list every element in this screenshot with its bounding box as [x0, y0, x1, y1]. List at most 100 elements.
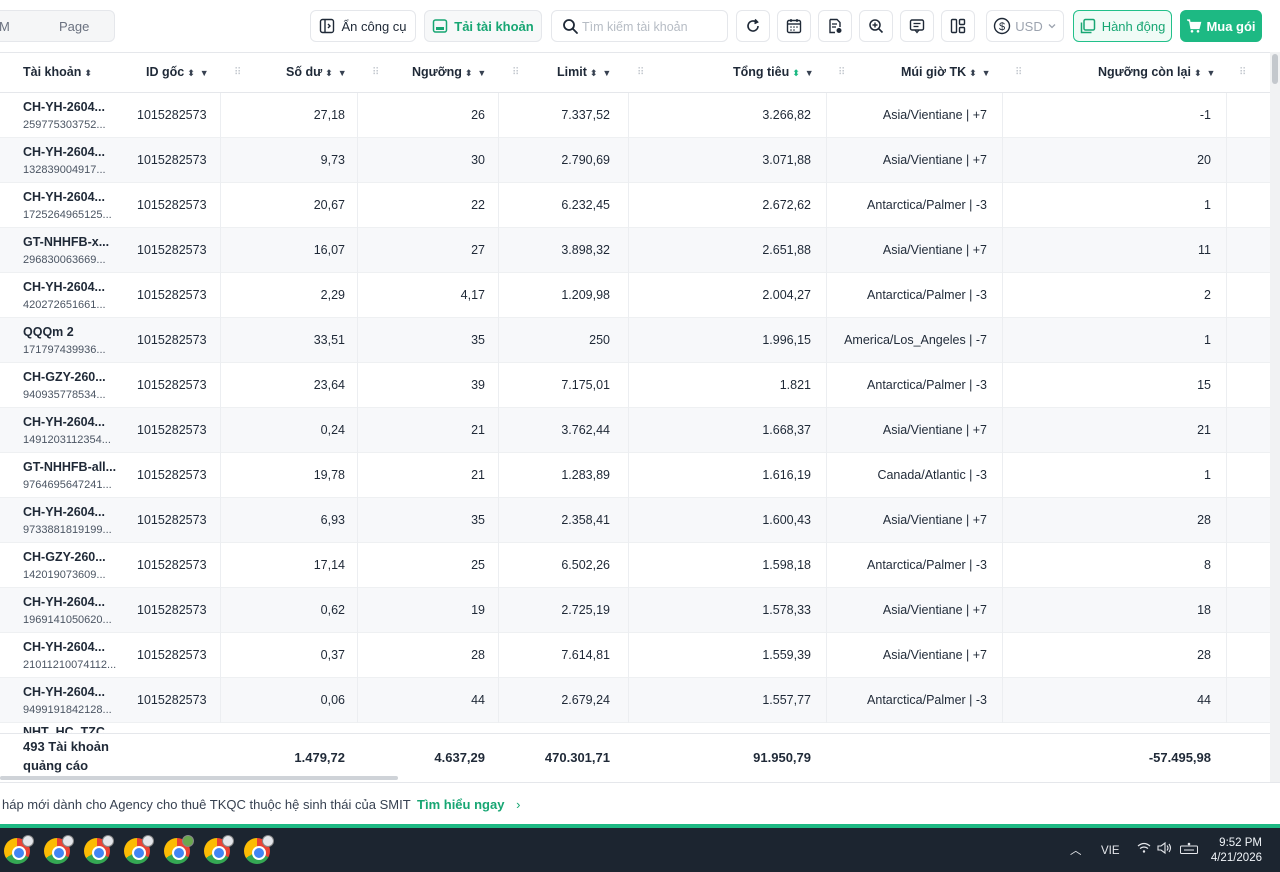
table-header: Tài khoản ⬍ ID gốc ⬍ ▼ ⠿ Số dư ⬍ ▼ ⠿ Ngưỡng ⬍ ▼… [0, 53, 1270, 93]
table-row[interactable]: GT-NHHFB-all... 9764695647241... 101528257… [0, 453, 1270, 498]
tray-expand-icon[interactable]: ︿ [1070, 842, 1082, 858]
table-row[interactable]: CH-YH-2604... 132839004917... 1015282573 9,… [0, 138, 1270, 183]
filter-settings-button[interactable] [818, 10, 852, 42]
vertical-scrollbar[interactable] [1270, 52, 1280, 782]
system-clock[interactable]: 9:52 PM 4/21/2026 [1211, 836, 1262, 866]
currency-select[interactable]: $ USD [986, 10, 1064, 42]
col-header-threshold[interactable]: Ngưỡng ⬍ ▼ [412, 65, 486, 79]
col-header-balance[interactable]: Số dư ⬍ ▼ [286, 65, 347, 79]
ad-account-button[interactable]: Tải tài khoản [424, 10, 542, 42]
chevron-right-icon[interactable]: › [516, 797, 520, 812]
table-row[interactable]: CH-YH-2604... 259775303752... 1015282573 27… [0, 93, 1270, 138]
table-row[interactable]: CH-YH-2604... 1725264965125... 1015282573 2… [0, 183, 1270, 228]
table-row[interactable]: CH-GZY-260... 142019073609... 1015282573 17… [0, 543, 1270, 588]
filter-caret-icon[interactable]: ▼ [477, 68, 486, 78]
account-name[interactable]: CH-YH-2604... [23, 190, 105, 204]
account-name[interactable]: CH-YH-2604... [23, 685, 105, 699]
balance-cell: 16,07 [313, 243, 345, 257]
table-row[interactable]: QQQm 2 171797439936... 1015282573 33,51 35 25… [0, 318, 1270, 363]
column-divider [1002, 363, 1003, 408]
message-button[interactable] [900, 10, 934, 42]
col-header-timezone[interactable]: Múi giờ TK ⬍ ▼ [901, 65, 991, 79]
horizontal-scrollbar[interactable] [0, 776, 398, 780]
scrollbar-thumb[interactable] [1272, 54, 1278, 84]
sort-icon[interactable]: ⬍ [590, 68, 598, 78]
zoom-button[interactable] [859, 10, 893, 42]
refresh-button[interactable] [736, 10, 770, 42]
chrome-icon[interactable] [4, 835, 34, 864]
filter-caret-icon[interactable]: ▼ [338, 68, 347, 78]
account-name[interactable]: CH-YH-2604... [23, 505, 105, 519]
chrome-icon[interactable] [204, 835, 234, 864]
actions-button[interactable]: Hành động [1073, 10, 1172, 42]
filter-caret-icon[interactable]: ▼ [200, 68, 209, 78]
page-selector[interactable]: M Page [0, 10, 115, 42]
table-row[interactable]: CH-YH-2604... 9499191842128... 1015282573 0… [0, 678, 1270, 723]
threshold-cell: 44 [471, 693, 485, 707]
column-drag-handle-icon[interactable]: ⠿ [372, 67, 380, 79]
column-drag-handle-icon[interactable]: ⠿ [234, 67, 242, 79]
account-name[interactable]: CH-YH-2604... [23, 280, 105, 294]
layout-button[interactable] [941, 10, 975, 42]
sort-icon[interactable]: ⬍ [1194, 68, 1202, 78]
keyboard-ime-icon[interactable] [1180, 842, 1198, 857]
col-header-limit[interactable]: Limit ⬍ ▼ [557, 65, 611, 79]
account-name[interactable]: CH-GZY-260... [23, 550, 106, 564]
filter-caret-icon[interactable]: ▼ [602, 68, 611, 78]
sort-icon[interactable]: ⬍ [969, 68, 977, 78]
chrome-icon[interactable] [44, 835, 74, 864]
learn-more-link[interactable]: Tìm hiểu ngay [417, 797, 504, 812]
col-header-account[interactable]: Tài khoản ⬍ [23, 65, 92, 79]
sort-icon[interactable]: ⬍ [465, 68, 473, 78]
sort-active-icon[interactable]: ⬍ [792, 68, 800, 78]
column-drag-handle-icon[interactable]: ⠿ [637, 67, 645, 79]
sort-icon[interactable]: ⬍ [187, 68, 195, 78]
account-name[interactable]: CH-YH-2604... [23, 145, 105, 159]
col-header-remaining[interactable]: Ngưỡng còn lại ⬍ ▼ [1098, 65, 1215, 79]
search-box[interactable] [551, 10, 728, 42]
language-indicator[interactable]: VIE [1101, 845, 1120, 857]
table-row[interactable]: CH-YH-2604... 420272651661... 1015282573 2,… [0, 273, 1270, 318]
filter-caret-icon[interactable]: ▼ [805, 68, 814, 78]
account-name[interactable]: CH-GZY-260... [23, 370, 106, 384]
chrome-icon[interactable] [124, 835, 154, 864]
chrome-icon[interactable] [244, 835, 274, 864]
buy-package-button[interactable]: Mua gói [1180, 10, 1262, 42]
column-drag-handle-icon[interactable]: ⠿ [1015, 67, 1023, 79]
filter-caret-icon[interactable]: ▼ [1207, 68, 1216, 78]
account-name[interactable]: GT-NHHFB-all... [23, 460, 116, 474]
search-input[interactable] [582, 18, 722, 36]
volume-icon[interactable] [1157, 841, 1173, 858]
chrome-icon[interactable] [84, 835, 114, 864]
col-header-total-spend[interactable]: Tổng tiêu ⬍ ▼ [733, 65, 814, 79]
column-drag-handle-icon[interactable]: ⠿ [1239, 67, 1247, 79]
sort-icon[interactable]: ⬍ [325, 68, 333, 78]
account-name[interactable]: GT-NHHFB-x... [23, 235, 109, 249]
column-divider [628, 498, 629, 543]
wifi-icon[interactable] [1137, 842, 1151, 857]
table-row[interactable]: CH-YH-2604... 1969141050620... 1015282573 0… [0, 588, 1270, 633]
limit-cell: 7.614,81 [561, 648, 610, 662]
filter-caret-icon[interactable]: ▼ [982, 68, 991, 78]
account-name[interactable]: CH-YH-2604... [23, 415, 105, 429]
table-row[interactable]: GT-NHHFB-x... 296830063669... 1015282573 16… [0, 228, 1270, 273]
total-balance: 1.479,72 [294, 750, 345, 765]
account-name[interactable]: CH-YH-2604... [23, 595, 105, 609]
column-drag-handle-icon[interactable]: ⠿ [512, 67, 520, 79]
remaining-cell: 28 [1197, 513, 1211, 527]
calendar-button[interactable] [777, 10, 811, 42]
account-name[interactable]: QQQm 2 [23, 325, 74, 339]
table-row[interactable]: CH-GZY-260... 940935778534... 1015282573 23… [0, 363, 1270, 408]
table-row[interactable]: CH-YH-2604... 9733881819199... 1015282573 6… [0, 498, 1270, 543]
remaining-cell: 2 [1204, 288, 1211, 302]
column-drag-handle-icon[interactable]: ⠿ [838, 67, 846, 79]
table-row[interactable]: CH-YH-2604... 21011210074112... 1015282573… [0, 633, 1270, 678]
account-name[interactable]: CH-YH-2604... [23, 100, 105, 114]
account-name[interactable]: CH-YH-2604... [23, 640, 105, 654]
sort-icon[interactable]: ⬍ [84, 68, 92, 78]
table-row[interactable]: CH-YH-2604... 1491203112354... 1015282573 0… [0, 408, 1270, 453]
chrome-icon[interactable] [164, 835, 194, 864]
hide-tools-button[interactable]: Ẩn công cụ [310, 10, 416, 42]
limit-cell: 250 [589, 333, 610, 347]
col-header-root-id[interactable]: ID gốc ⬍ ▼ [146, 65, 209, 79]
